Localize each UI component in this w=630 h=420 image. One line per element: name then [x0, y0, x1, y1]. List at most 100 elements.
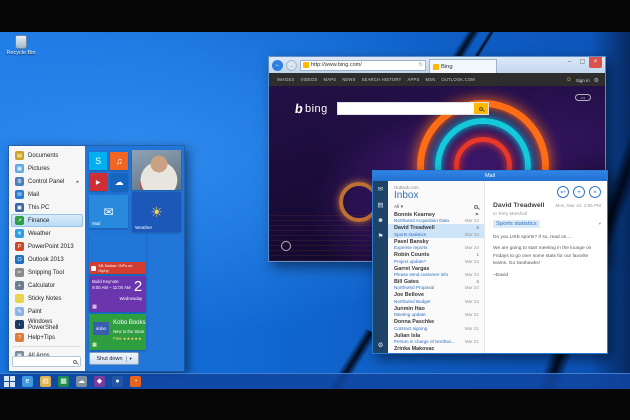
tile-music[interactable]: ♫ [110, 152, 128, 170]
bing-logo-b: b [294, 101, 304, 116]
taskbar-icon[interactable]: ▤ [40, 376, 51, 387]
back-button[interactable]: ← [272, 60, 283, 71]
chevron-down-icon[interactable]: ▾ [599, 221, 601, 227]
app-icon: ⚙ [15, 177, 24, 186]
start-menu-item[interactable]: ✎ Paint [11, 305, 83, 318]
taskbar-icon[interactable]: ● [112, 376, 123, 387]
action-button[interactable]: × [589, 186, 601, 198]
tile-kobo[interactable]: kobo Kobo Books New to the Store Free ★★… [89, 314, 146, 350]
mail-title-bar: Mail [373, 171, 607, 181]
message-row[interactable]: Julian Isla Person in charge of Northwi.… [388, 332, 484, 345]
start-menu-item[interactable]: P PowerPoint 2013 [11, 240, 83, 253]
forward-button[interactable]: → [286, 60, 297, 71]
bing-nav-item[interactable]: MSN [425, 77, 435, 82]
message-row[interactable]: David Treadwell6 Sports statisticsMar 24 [388, 224, 484, 237]
message-row[interactable]: Garret Vargas Please send customer infoM… [388, 265, 484, 278]
shut-down-button[interactable]: Shut down ▾ [89, 352, 139, 365]
taskbar-icon[interactable]: ◔ [130, 376, 141, 387]
feedback-smiley-icon[interactable]: ☺ [566, 77, 572, 83]
filter-dropdown[interactable]: All ▾ [394, 205, 403, 210]
message-row[interactable]: Pavel Bansky Expense reportsMar 24 [388, 238, 484, 251]
browser-tab-bing[interactable]: Bing [429, 59, 497, 73]
tile-onedrive[interactable]: ☁ [110, 173, 128, 191]
app-label: Mail [28, 192, 39, 198]
action-button[interactable]: + [573, 186, 585, 198]
maximize-button[interactable]: ▢ [576, 57, 589, 68]
start-menu-item[interactable]: ▤ Documents [11, 149, 83, 162]
bing-nav-item[interactable]: MAPS [324, 77, 337, 82]
image-info-circle[interactable] [281, 241, 291, 251]
start-menu-item[interactable]: › Windows PowerShell [11, 318, 83, 331]
message-row[interactable]: Robin Counts1 Project update?Mar 24 [388, 251, 484, 264]
rail-icon[interactable]: ☻ [377, 218, 384, 225]
address-bar[interactable]: ↻ [300, 60, 426, 71]
mail-nav-rail: ✉ ▤ ☻ ⚑ ⚙ [373, 181, 388, 353]
tile-mail[interactable]: ✉ Mail [89, 195, 128, 228]
rail-icon[interactable]: ▤ [377, 203, 383, 210]
bing-nav-item[interactable]: NEWS [342, 77, 355, 82]
bing-nav-item[interactable]: VIDEOS [301, 77, 318, 82]
tile-skype[interactable]: S [89, 152, 107, 170]
bing-nav-item[interactable]: IMAGES [277, 77, 295, 82]
calendar-event: Build Keynote 9:00 AM – 11:00 AM [92, 279, 130, 292]
kobo-title: Kobo Books [113, 320, 145, 326]
app-icon: › [15, 320, 24, 329]
tile-news[interactable]: SB Nation: GIFs on Giphy [89, 234, 146, 274]
app-icon: ▣ [15, 203, 24, 212]
settings-gear-icon[interactable]: ⚙ [594, 77, 599, 84]
bing-search-button[interactable] [474, 103, 488, 114]
image-options-pill[interactable]: ••• [575, 94, 591, 101]
tile-weather[interactable]: ☀ Weather [132, 192, 181, 232]
message-date: Mar 24 [465, 272, 479, 278]
app-label: Paint [28, 309, 42, 315]
start-menu-item[interactable]: ▣ This PC [11, 201, 83, 214]
tile-photos[interactable] [132, 150, 181, 190]
start-menu-item[interactable]: ⚙ Control Panel ▸ [11, 175, 83, 188]
bing-search-bar[interactable] [337, 102, 489, 115]
bing-nav-item[interactable]: SEARCH HISTORY [362, 77, 402, 82]
start-menu-item[interactable]: O Outlook 2013 [11, 253, 83, 266]
start-menu-item[interactable]: ✂ Snipping Tool [11, 266, 83, 279]
tile-video[interactable]: ▶ [89, 173, 107, 191]
app-icon: ✉ [15, 190, 24, 199]
recycle-bin[interactable]: Recycle Bin [4, 35, 38, 56]
start-menu-item[interactable]: ? Help+Tips [11, 331, 83, 344]
search-icon[interactable] [474, 205, 478, 209]
url-input[interactable] [311, 62, 417, 68]
start-menu-item[interactable]: Sticky Notes [11, 292, 83, 305]
message-row[interactable]: Zrinka Makovac [388, 345, 484, 353]
body-signature: ~David [493, 272, 597, 279]
bing-nav-item[interactable]: APPS [407, 77, 419, 82]
recycle-bin-icon [15, 35, 27, 49]
action-button[interactable]: ↩ [557, 186, 569, 198]
message-row[interactable]: Bill Gates6 Northwind ProposalMar 24 [388, 278, 484, 291]
taskbar-icon[interactable]: ☁ [76, 376, 87, 387]
rail-icon[interactable]: ⚑ [378, 234, 384, 241]
message-row[interactable]: Bonnie Kearney⚑ Northwind Acquisition Da… [388, 211, 484, 224]
start-menu-item[interactable]: ✉ Mail [11, 188, 83, 201]
start-button[interactable] [4, 376, 15, 387]
start-menu-item[interactable]: ▦ Pictures [11, 162, 83, 175]
message-row[interactable]: Joe Bellove Northwind BudgetMar 24 [388, 291, 484, 304]
minimize-button[interactable]: – [563, 57, 576, 68]
refresh-icon[interactable]: ↻ [419, 62, 423, 68]
start-menu-item[interactable]: + Calculator [11, 279, 83, 292]
taskbar-icon[interactable]: ◆ [94, 376, 105, 387]
tile-calendar[interactable]: Build Keynote 9:00 AM – 11:00 AM 2 Wedne… [89, 276, 146, 312]
bing-nav-item[interactable]: OUTLOOK.COM [441, 77, 475, 82]
start-menu-item[interactable]: ↗ Finance [11, 214, 83, 227]
taskbar-icon[interactable]: ▦ [58, 376, 69, 387]
message-row[interactable]: Donna Paschke Contract signingMar 21 [388, 318, 484, 331]
close-button[interactable]: × [589, 57, 602, 68]
message-row[interactable]: Junmin Hao Meeting updateMar 21 [388, 305, 484, 318]
settings-icon[interactable]: ⚙ [378, 343, 384, 350]
start-search-box[interactable] [12, 356, 81, 367]
screen: Recycle Bin ← → ↻ Bing – ▢ × [0, 0, 630, 420]
taskbar-icon[interactable]: e [22, 376, 33, 387]
reading-subject[interactable]: Sports statistics [493, 220, 540, 228]
sign-in-link[interactable]: Sign in [576, 78, 590, 83]
start-menu-tiles: S ♫ ▶ ☁ ✉ Mail ☀ Weather SB Nation: GIFs… [85, 146, 184, 371]
start-menu-item[interactable]: ☀ Weather [11, 227, 83, 240]
rail-icon[interactable]: ✉ [378, 187, 383, 194]
bing-search-input[interactable] [338, 103, 474, 114]
